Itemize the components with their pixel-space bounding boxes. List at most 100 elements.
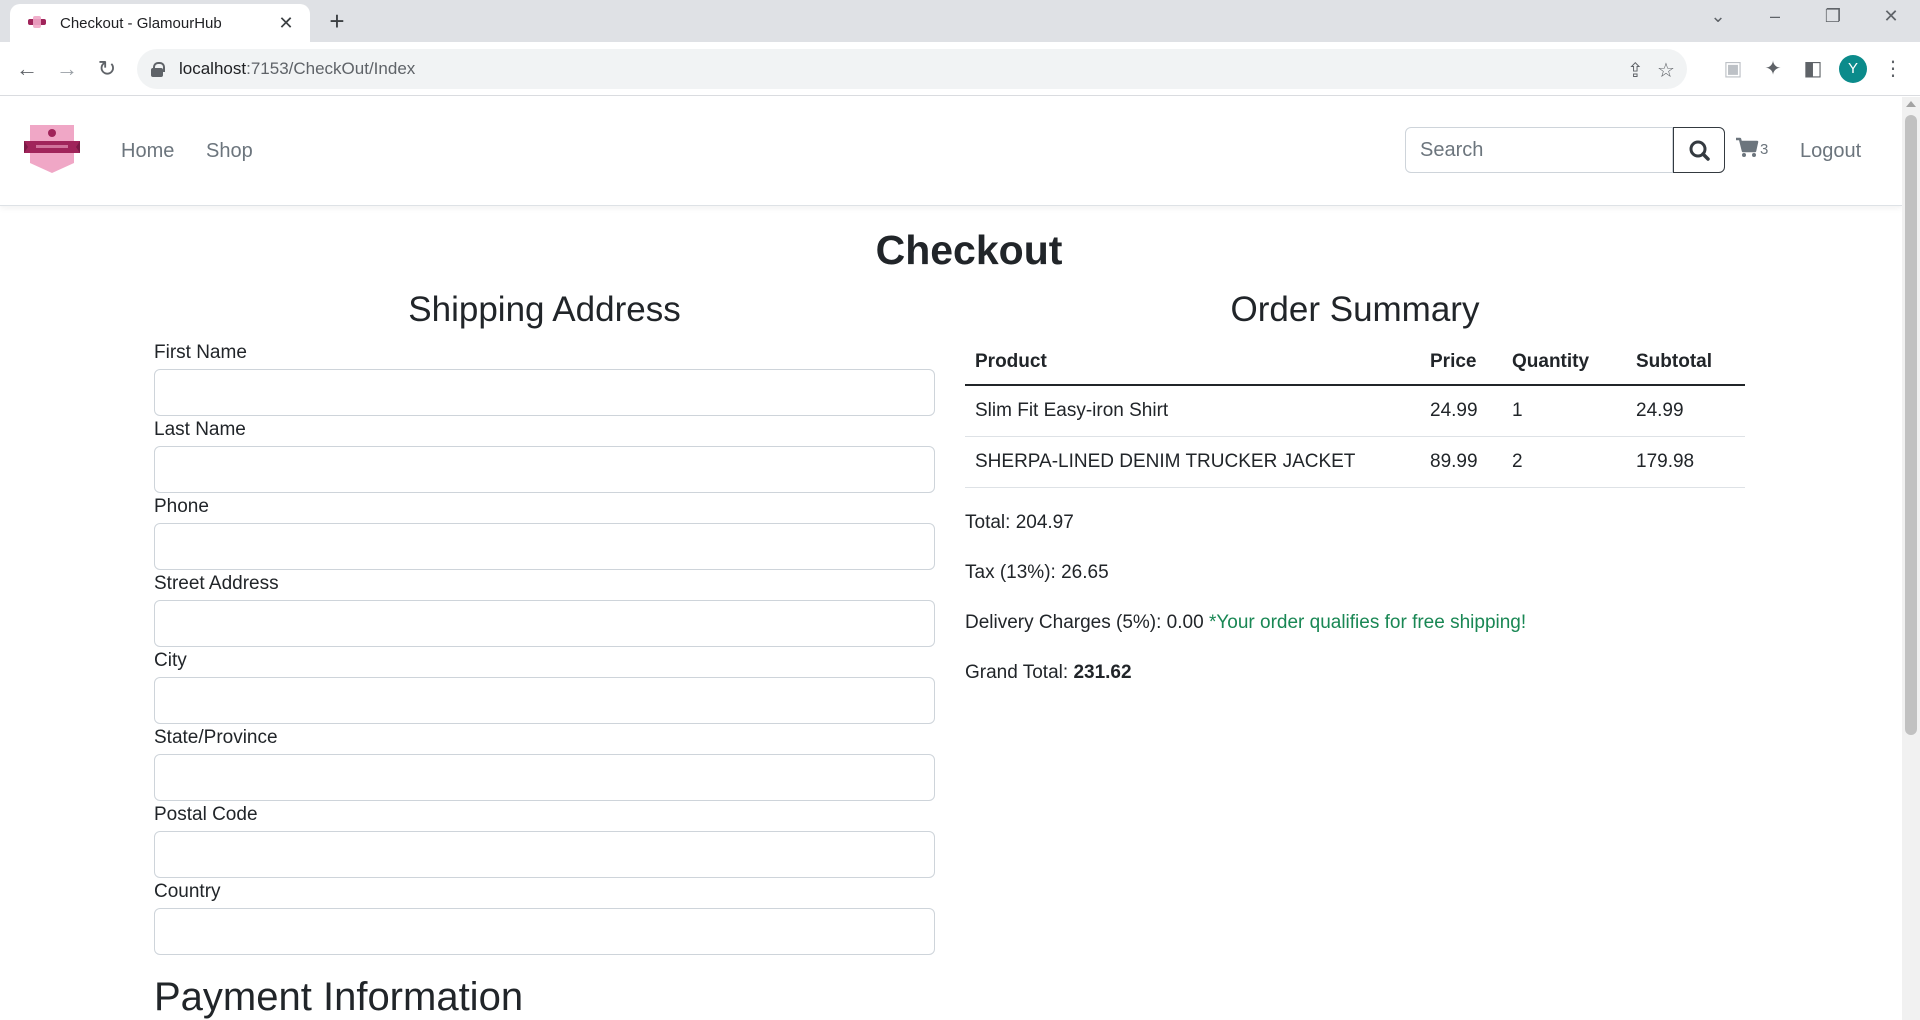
delivery-line: Delivery Charges (5%): 0.00 *Your order … (965, 598, 1745, 648)
street-address-label: Street Address (154, 573, 279, 594)
search-icon (1689, 140, 1710, 161)
tax-value: 26.65 (1061, 561, 1109, 583)
product-subtotal: 179.98 (1626, 436, 1745, 488)
url-text: localhost:7153/CheckOut/Index (179, 59, 415, 79)
site-navbar: Home Shop 3 Logout (0, 97, 1902, 206)
window-close-icon[interactable]: ✕ (1876, 6, 1906, 27)
state-province-group: State/Province (154, 724, 935, 801)
first-name-label: First Name (154, 342, 247, 363)
tax-line: Tax (13%): 26.65 (965, 548, 1745, 598)
browser-tabstrip: Checkout - GlamourHub ✕ + ⌄ – ❐ ✕ (0, 0, 1920, 42)
city-input[interactable] (154, 677, 935, 724)
back-icon[interactable]: ← (12, 55, 42, 85)
last-name-group: Last Name (154, 416, 935, 493)
delivery-label: Delivery Charges (5%): (965, 611, 1167, 633)
country-label: Country (154, 881, 221, 902)
payment-information-heading: Payment Information (154, 975, 524, 1019)
product-price: 24.99 (1420, 385, 1502, 437)
last-name-input[interactable] (154, 446, 935, 493)
tab-search-chevron-icon[interactable]: ⌄ (1703, 6, 1733, 27)
table-header-row: Product Price Quantity Subtotal (965, 339, 1745, 386)
column-header-subtotal: Subtotal (1626, 339, 1745, 386)
grand-total-value: 231.62 (1073, 661, 1132, 683)
product-price: 89.99 (1420, 436, 1502, 488)
phone-label: Phone (154, 496, 209, 517)
new-tab-icon[interactable]: + (322, 8, 352, 34)
column-header-product: Product (965, 339, 1420, 386)
street-address-input[interactable] (154, 600, 935, 647)
postal-code-input[interactable] (154, 831, 935, 878)
city-label: City (154, 650, 187, 671)
extensions-puzzle-icon[interactable]: ✦ (1760, 56, 1786, 81)
glamourhub-logo[interactable] (22, 123, 82, 175)
total-label: Total: (965, 511, 1016, 533)
browser-toolbar: ← → ↻ localhost:7153/CheckOut/Index ⇪ ☆ … (0, 42, 1920, 96)
state-province-label: State/Province (154, 727, 278, 748)
minimize-icon[interactable]: – (1760, 6, 1790, 27)
scroll-up-arrow-icon[interactable] (1906, 101, 1916, 107)
cart-link[interactable]: 3 (1735, 137, 1768, 159)
order-summary-section: Order Summary Product Price Quantity Sub… (965, 287, 1745, 698)
column-header-quantity: Quantity (1502, 339, 1626, 386)
postal-code-group: Postal Code (154, 801, 935, 878)
tax-label: Tax (13%): (965, 561, 1062, 583)
extension-box-icon[interactable]: ▣ (1720, 56, 1746, 81)
reload-icon[interactable]: ↻ (92, 55, 122, 85)
search-input[interactable] (1405, 127, 1673, 173)
grand-total-line: Grand Total: 231.62 (965, 648, 1745, 698)
total-value: 204.97 (1015, 511, 1074, 533)
logout-link[interactable]: Logout (1800, 140, 1861, 163)
close-tab-icon[interactable]: ✕ (276, 13, 296, 34)
page-title: Checkout (875, 227, 1063, 273)
scrollbar-thumb[interactable] (1905, 115, 1917, 735)
phone-input[interactable] (154, 523, 935, 570)
product-subtotal: 24.99 (1626, 385, 1745, 437)
nav-link-home[interactable]: Home (121, 140, 174, 163)
first-name-group: First Name (154, 339, 935, 416)
product-quantity: 1 (1502, 385, 1626, 437)
nav-link-shop[interactable]: Shop (206, 140, 253, 163)
browser-menu-icon[interactable]: ⋮ (1880, 56, 1906, 81)
street-address-group: Street Address (154, 570, 935, 647)
product-name: Slim Fit Easy-iron Shirt (965, 385, 1420, 437)
last-name-label: Last Name (154, 419, 246, 440)
product-quantity: 2 (1502, 436, 1626, 488)
address-bar[interactable]: localhost:7153/CheckOut/Index ⇪ ☆ (137, 49, 1687, 89)
column-header-price: Price (1420, 339, 1502, 386)
page-scrollbar[interactable] (1902, 97, 1920, 1020)
url-host: localhost (179, 59, 247, 78)
phone-group: Phone (154, 493, 935, 570)
profile-avatar[interactable]: Y (1839, 55, 1867, 83)
search-button[interactable] (1673, 127, 1725, 173)
cart-icon (1736, 137, 1759, 157)
tab-title: Checkout - GlamourHub (60, 14, 222, 32)
shipping-address-heading: Shipping Address (408, 290, 681, 329)
first-name-input[interactable] (154, 369, 935, 416)
table-row: SHERPA-LINED DENIM TRUCKER JACKET 89.99 … (965, 436, 1745, 488)
site-favicon-icon (28, 16, 46, 29)
page-viewport: Home Shop 3 Logout Checkout Shipping Add… (0, 97, 1902, 1020)
grand-total-label: Grand Total: (965, 661, 1074, 683)
forward-icon[interactable]: → (52, 55, 82, 85)
side-panel-icon[interactable]: ◧ (1800, 56, 1826, 81)
delivery-value: 0.00 (1166, 611, 1204, 633)
url-path: :7153/CheckOut/Index (246, 59, 416, 78)
product-name: SHERPA-LINED DENIM TRUCKER JACKET (965, 436, 1420, 488)
restore-icon[interactable]: ❐ (1818, 6, 1848, 27)
browser-tab[interactable]: Checkout - GlamourHub ✕ (10, 4, 310, 42)
country-group: Country (154, 878, 935, 955)
total-line: Total: 204.97 (965, 498, 1745, 548)
share-icon[interactable]: ⇪ (1627, 58, 1644, 83)
order-summary-table: Product Price Quantity Subtotal Slim Fit… (965, 339, 1745, 488)
lock-icon (151, 62, 165, 77)
cart-count-badge: 3 (1760, 141, 1769, 158)
city-group: City (154, 647, 935, 724)
shipping-address-section: Shipping Address First Name Last Name Ph… (154, 287, 935, 955)
table-row: Slim Fit Easy-iron Shirt 24.99 1 24.99 (965, 385, 1745, 437)
state-province-input[interactable] (154, 754, 935, 801)
postal-code-label: Postal Code (154, 804, 258, 825)
country-input[interactable] (154, 908, 935, 955)
bookmark-star-icon[interactable]: ☆ (1657, 58, 1675, 83)
order-summary-heading: Order Summary (1230, 290, 1480, 329)
free-shipping-note: *Your order qualifies for free shipping! (1208, 611, 1527, 633)
